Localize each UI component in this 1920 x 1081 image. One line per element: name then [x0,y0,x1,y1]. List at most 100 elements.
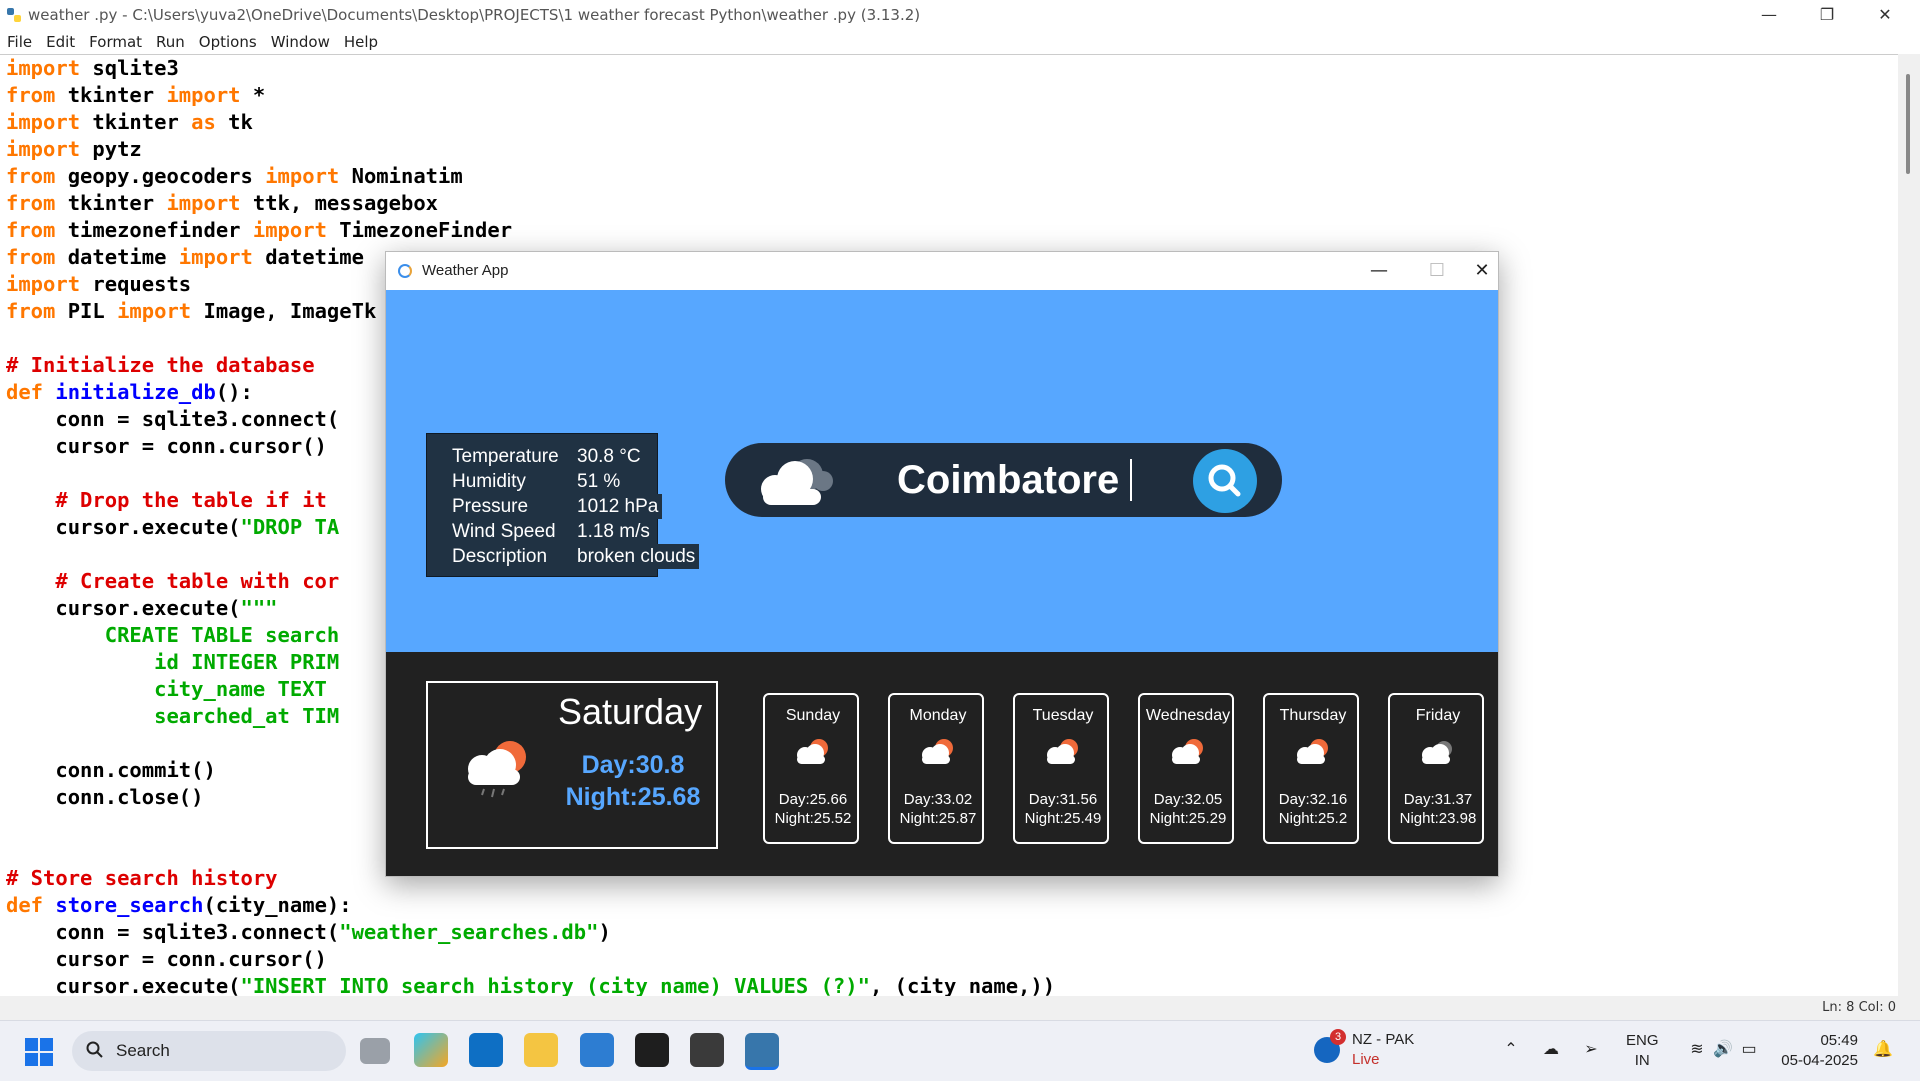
scrollbar-thumb[interactable] [1906,74,1910,174]
cloud-sun-rain-icon [468,741,526,798]
today-day-temp: Day:30.8 [581,751,685,779]
volume-icon[interactable]: 🔊 [1712,1039,1734,1061]
forecast-card-tuesday: Tuesday Day:31.56 Night:25.49 [1013,693,1109,844]
cloud-sun-icon [797,739,828,764]
forecast-day: Monday [909,707,967,724]
news-title: NZ - PAK [1352,1031,1415,1048]
info-label: Wind Speed [452,521,556,542]
search-label: Search [116,1041,170,1060]
time: 05:49 [1820,1032,1858,1049]
news-badge: 3 [1330,1029,1346,1045]
search-icon [86,1041,103,1058]
info-label: Temperature [452,446,559,467]
weather-close-button[interactable]: ✕ [1466,252,1498,290]
forecast-day: Thursday [1279,707,1347,724]
city-input[interactable] [895,451,1129,509]
clock[interactable]: 05:49 05-04-2025 [1776,1031,1858,1071]
text-caret [1130,459,1132,501]
idle-title-bar: weather .py - C:\Users\yuva2\OneDrive\Do… [0,0,1920,30]
forecast-night-temp: Night:25.52 [774,810,852,827]
cloud-icon [1422,741,1452,764]
news-widget[interactable]: 3 NZ - PAK Live [1314,1029,1464,1073]
info-label: Humidity [452,471,526,492]
taskbar-search[interactable]: Search [72,1031,346,1071]
menu-options[interactable]: Options [192,30,264,54]
weather-minimize-button[interactable]: — [1350,252,1408,290]
today-card: Saturday Day:30.8 Night:25.68 [426,681,718,849]
date: 05-04-2025 [1781,1052,1858,1069]
weather-title-bar: Weather App — ☐ ✕ [386,252,1498,290]
weather-maximize-button[interactable]: ☐ [1408,252,1466,290]
chevron-up-icon[interactable]: ⌃ [1500,1039,1522,1061]
system-tray: ⌃ ☁ ➢ ENG IN ≋ 🔊 ▭ 05:49 05-04-2025 🔔 [1500,1021,1920,1081]
search-icon [1208,464,1241,497]
window-title: weather .py - C:\Users\yuva2\OneDrive\Do… [28,6,921,24]
forecast-night-temp: Night:25.87 [899,810,977,827]
menu-help[interactable]: Help [337,30,385,54]
forecast-day-temp: Day:31.37 [1403,791,1473,808]
taskbar: Search 3 NZ - PAK Live ⌃ ☁ ➢ ENG IN ≋ 🔊 … [0,1020,1920,1081]
weather-top-panel: Temperature 30.8 °C Humidity 51 % Pressu… [386,290,1498,652]
status-bar: Ln: 8 Col: 0 [0,996,1920,1020]
info-value: 51 % [577,469,625,494]
cloud-sun-icon [922,739,953,764]
editor-scrollbar[interactable] [1898,54,1920,996]
copilot-icon[interactable] [414,1033,448,1067]
weather-window-title: Weather App [422,262,509,279]
forecast-day-temp: Day:25.66 [778,791,848,808]
git-icon[interactable] [690,1033,724,1067]
python-idle-icon[interactable] [745,1033,779,1070]
language: ENG [1626,1032,1659,1049]
weather-info-panel: Temperature 30.8 °C Humidity 51 % Pressu… [426,433,700,577]
restore-button[interactable]: ❐ [1798,0,1856,30]
menu-file[interactable]: File [0,30,39,54]
forecast-night-temp: Night:25.2 [1278,810,1348,827]
forecast-card-friday: Friday Day:31.37 Night:23.98 [1388,693,1484,844]
cloud-sun-icon [1172,739,1203,764]
notifications-icon[interactable]: 🔔 [1872,1039,1894,1061]
figma-icon[interactable] [635,1033,669,1067]
forecast-night-temp: Night:25.29 [1149,810,1227,827]
cloud-sun-icon [1297,739,1328,764]
menu-bar: File Edit Format Run Options Window Help [0,30,1920,54]
forecast-panel: Saturday Day:30.8 Night:25.68 Sunday Day… [386,652,1498,876]
forecast-day-temp: Day:32.16 [1278,791,1348,808]
cursor-position: Ln: 8 Col: 0 [1822,1000,1896,1015]
forecast-card-monday: Monday Day:33.02 Night:25.87 [888,693,984,844]
location-icon[interactable]: ➢ [1580,1039,1602,1061]
menu-run[interactable]: Run [149,30,192,54]
info-label: Description [452,546,548,567]
cloud-sun-icon [1047,739,1078,764]
language-indicator[interactable]: ENG IN [1626,1031,1659,1071]
close-button[interactable]: ✕ [1856,0,1914,30]
vscode-icon[interactable] [469,1033,503,1067]
info-value: broken clouds [577,544,700,569]
forecast-day: Friday [1415,707,1461,724]
today-day-name: Saturday [558,691,703,732]
cloud-logo-icon [761,459,833,505]
app-icon [398,264,412,278]
forecast-night-temp: Night:25.49 [1024,810,1102,827]
info-label: Pressure [452,496,529,517]
menu-format[interactable]: Format [82,30,149,54]
forecast-card-thursday: Thursday Day:32.16 Night:25.2 [1263,693,1359,844]
news-status: Live [1352,1051,1380,1068]
menu-edit[interactable]: Edit [39,30,82,54]
forecast-night-temp: Night:23.98 [1399,810,1477,827]
windows-start-icon[interactable] [24,1037,54,1067]
search-button[interactable] [1193,449,1257,513]
today-night-temp: Night:25.68 [565,783,701,811]
forecast-day-temp: Day:33.02 [903,791,973,808]
minimize-button[interactable]: — [1740,0,1798,30]
task-view-icon[interactable] [360,1038,390,1064]
battery-icon[interactable]: ▭ [1738,1039,1760,1061]
wifi-icon[interactable]: ≋ [1686,1039,1708,1061]
forecast-day: Wednesday [1145,707,1231,724]
menu-window[interactable]: Window [264,30,337,54]
photos-icon[interactable] [580,1033,614,1067]
forecast-day: Tuesday [1032,707,1094,724]
onedrive-icon[interactable]: ☁ [1540,1039,1562,1061]
forecast-day: Sunday [785,707,841,724]
file-explorer-icon[interactable] [524,1033,558,1067]
forecast-card-sunday: Sunday Day:25.66 Night:25.52 [763,693,859,844]
